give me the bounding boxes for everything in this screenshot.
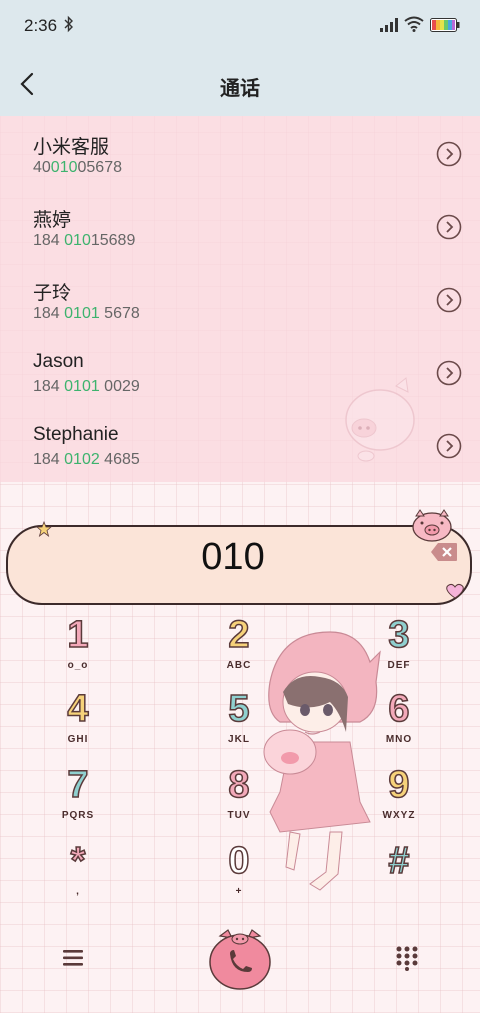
key-digit: 7 xyxy=(67,763,90,807)
heart-icon xyxy=(446,583,464,599)
contact-list: 小米客服 4001005678 燕婷 184 01015689 子玲 184 0… xyxy=(0,116,480,482)
key-digit: 2 xyxy=(228,613,251,657)
key-digit: 1 xyxy=(67,613,90,657)
key-2[interactable]: 2 ABC xyxy=(199,612,279,688)
key-digit: 4 xyxy=(67,687,90,731)
number-match: 0102 xyxy=(64,451,100,468)
signal-icon xyxy=(380,18,398,32)
star-icon xyxy=(36,521,52,537)
key-digit: 9 xyxy=(388,763,411,807)
status-time: 2:36 xyxy=(24,16,58,35)
contact-number: 184 0101 5678 xyxy=(33,305,140,323)
dialpad-icon[interactable] xyxy=(394,945,420,971)
key-letters: DEF xyxy=(387,660,411,671)
key-digit: * xyxy=(70,839,86,883)
number-match: 0101 xyxy=(64,378,100,395)
contact-name: Stephanie xyxy=(33,424,119,445)
key-letters: + xyxy=(235,886,243,897)
key-digit: # xyxy=(388,839,411,883)
key-5[interactable]: 5 JKL xyxy=(199,686,279,762)
chevron-right-icon[interactable] xyxy=(436,287,462,313)
key-letters: TUV xyxy=(227,810,251,821)
key-8[interactable]: 8 TUV xyxy=(199,762,279,838)
number-prefix: 184 xyxy=(33,232,65,249)
header: 通话 xyxy=(0,52,480,116)
backspace-icon[interactable] xyxy=(430,542,458,562)
key-4[interactable]: 4 GHI xyxy=(38,686,118,762)
key-letters: o_o xyxy=(67,660,89,671)
key-letters: MNO xyxy=(385,734,413,745)
number-prefix: 184 xyxy=(33,378,65,395)
contact-name: Jason xyxy=(33,351,84,372)
key-digit: 0 xyxy=(228,839,251,883)
contact-number: 184 0102 4685 xyxy=(33,451,140,469)
contact-row[interactable]: 子玲 184 0101 5678 xyxy=(0,262,480,335)
contact-name: 子玲 xyxy=(33,283,72,304)
number-match: 0101 xyxy=(64,305,100,322)
key-letters: WXYZ xyxy=(382,810,416,821)
key-7[interactable]: 7 PQRS xyxy=(38,762,118,838)
contact-name: 小米客服 xyxy=(33,137,110,158)
key-letters: PQRS xyxy=(61,810,95,821)
contact-number: 184 0101 0029 xyxy=(33,378,140,396)
wifi-icon xyxy=(404,16,424,32)
chevron-right-icon[interactable] xyxy=(436,433,462,459)
number-suffix: 5678 xyxy=(99,305,140,322)
key-digit: 5 xyxy=(228,687,251,731)
status-bar: 2:36 xyxy=(0,0,480,52)
dialed-number: 010 xyxy=(201,536,265,578)
contact-row[interactable]: 燕婷 184 01015689 xyxy=(0,189,480,262)
chevron-right-icon[interactable] xyxy=(436,360,462,386)
chevron-right-icon[interactable] xyxy=(436,214,462,240)
key-hash[interactable]: # xyxy=(359,838,439,914)
number-prefix: 184 xyxy=(33,305,65,322)
number-match: 010 xyxy=(64,232,91,249)
number-suffix: 4685 xyxy=(99,451,140,468)
key-9[interactable]: 9 WXYZ xyxy=(359,762,439,838)
contact-row[interactable]: Jason 184 0101 0029 xyxy=(0,335,480,408)
key-0[interactable]: 0 + xyxy=(199,838,279,914)
menu-icon[interactable] xyxy=(60,945,86,971)
number-prefix: 184 xyxy=(33,451,65,468)
contact-number: 184 01015689 xyxy=(33,232,135,250)
key-letters: GHI xyxy=(67,734,89,745)
page-title: 通话 xyxy=(220,78,260,100)
number-prefix: 40 xyxy=(33,159,51,176)
battery-icon xyxy=(430,18,460,32)
contact-row[interactable]: 小米客服 4001005678 xyxy=(0,116,480,189)
key-digit: 8 xyxy=(228,763,251,807)
key-3[interactable]: 3 DEF xyxy=(359,612,439,688)
number-match: 010 xyxy=(50,159,78,176)
key-letters: ABC xyxy=(226,660,252,671)
key-1[interactable]: 1 o_o xyxy=(38,612,118,688)
contact-name: 燕婷 xyxy=(33,210,72,231)
number-suffix: 05678 xyxy=(77,159,123,176)
key-digit: 3 xyxy=(388,613,411,657)
bluetooth-icon xyxy=(64,15,73,33)
key-star[interactable]: *, xyxy=(38,838,118,914)
key-letters: , xyxy=(76,886,80,897)
key-letters: JKL xyxy=(228,734,250,745)
chevron-right-icon[interactable] xyxy=(436,141,462,167)
number-suffix: 0029 xyxy=(99,378,140,395)
key-6[interactable]: 6 MNO xyxy=(359,686,439,762)
call-button[interactable] xyxy=(206,926,274,992)
key-digit: 6 xyxy=(388,687,411,731)
number-suffix: 15689 xyxy=(90,232,136,249)
contact-row[interactable]: Stephanie 184 0102 4685 xyxy=(0,408,480,481)
contact-number: 4001005678 xyxy=(33,159,122,177)
